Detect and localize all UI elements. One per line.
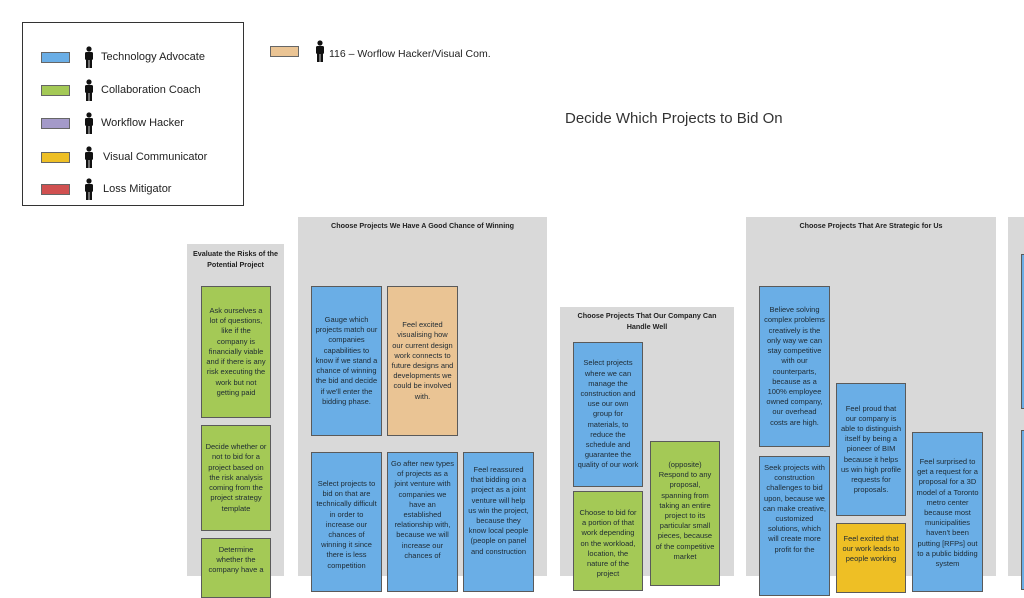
column-title: Choose Projects That Our Company Can Han… xyxy=(577,311,717,331)
column-title: Evaluate the Risks of the Potential Proj… xyxy=(192,249,279,269)
legend-swatch xyxy=(41,84,70,96)
legend-swatch xyxy=(270,45,299,57)
legend-label: Loss Mitigator xyxy=(103,183,172,195)
person-icon xyxy=(83,112,95,134)
legend-item-workflow-visual: 116 – Worflow Hacker/Visual Com. xyxy=(270,40,491,62)
column-title: Choose Projects We Have A Good Chance of… xyxy=(331,221,514,230)
legend-label: Workflow Hacker xyxy=(101,117,184,129)
sticky-note: (opposite) Respond to any proposal, span… xyxy=(650,441,720,586)
column-partial xyxy=(1008,217,1024,590)
legend-label: Collaboration Coach xyxy=(101,84,201,96)
sticky-note: Ask ourselves a lot of questions, like i… xyxy=(201,286,271,418)
legend-item-technology-advocate: Technology Advocate xyxy=(41,46,205,68)
sticky-note: Gauge which projects match our companies… xyxy=(311,286,382,436)
sticky-note: Feel excited visualising how our current… xyxy=(387,286,458,436)
legend-swatch xyxy=(41,183,70,195)
legend-item-loss-mitigator: Loss Mitigator xyxy=(41,178,171,200)
sticky-note: Decide whether or not to bid for a proje… xyxy=(201,425,271,531)
legend-item-visual-communicator: Visual Communicator xyxy=(41,146,207,168)
sticky-note: Determine whether the company have a xyxy=(201,538,271,598)
person-icon xyxy=(83,79,95,101)
column-handle-well: Choose Projects That Our Company Can Han… xyxy=(560,307,734,591)
column-evaluate-risks: Evaluate the Risks of the Potential Proj… xyxy=(187,244,284,598)
column-title: Choose Projects That Are Strategic for U… xyxy=(799,221,943,230)
legend-label: 116 – Worflow Hacker/Visual Com. xyxy=(329,48,491,60)
page-title: Decide Which Projects to Bid On xyxy=(565,110,783,127)
legend-label: Visual Communicator xyxy=(103,151,208,163)
column-strategic: Choose Projects That Are Strategic for U… xyxy=(746,217,996,596)
legend-item-workflow-hacker: Workflow Hacker xyxy=(41,112,184,134)
legend-swatch xyxy=(41,151,70,163)
person-icon xyxy=(83,146,95,168)
legend-swatch xyxy=(41,117,70,129)
person-icon xyxy=(83,46,95,68)
sticky-note: Choose to bid for a portion of that work… xyxy=(573,491,643,591)
sticky-note: Feel excited that our work leads to peop… xyxy=(836,523,906,593)
sticky-note: Believe solving complex problems creativ… xyxy=(759,286,830,447)
sticky-note: Feel reassured that bidding on a project… xyxy=(463,452,534,592)
sticky-note: Go after new types of projects as a join… xyxy=(387,452,458,592)
legend: Technology Advocate Collaboration Coach … xyxy=(22,22,244,206)
sticky-note: Feel proud that our company is able to d… xyxy=(836,383,906,516)
legend-label: Technology Advocate xyxy=(101,51,205,63)
legend-swatch xyxy=(41,51,70,63)
column-good-chance-winning: Choose Projects We Have A Good Chance of… xyxy=(298,217,547,592)
sticky-note: Select projects where we can manage the … xyxy=(573,342,643,487)
person-icon xyxy=(314,40,326,62)
sticky-note: Seek projects with construction challeng… xyxy=(759,456,830,596)
person-icon xyxy=(83,178,95,200)
legend-item-collaboration-coach: Collaboration Coach xyxy=(41,79,201,101)
sticky-note: Feel surprised to get a request for a pr… xyxy=(912,432,983,592)
sticky-note: Select projects to bid on that are techn… xyxy=(311,452,382,592)
